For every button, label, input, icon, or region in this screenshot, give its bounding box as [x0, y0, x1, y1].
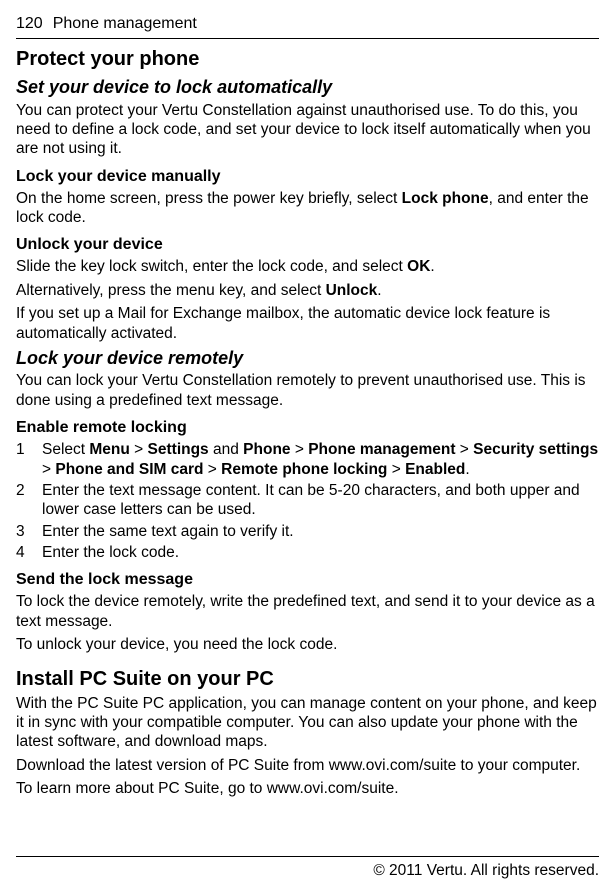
paragraph: On the home screen, press the power key …	[16, 189, 599, 228]
menu-path-item: Phone	[243, 441, 290, 458]
ordered-list: 1 Select Menu > Settings and Phone > Pho…	[16, 440, 599, 562]
paragraph: To lock the device remotely, write the p…	[16, 592, 599, 631]
menu-path-item: Phone management	[308, 441, 455, 458]
list-number: 3	[16, 522, 30, 541]
paragraph: You can lock your Vertu Constellation re…	[16, 371, 599, 410]
footer-rule	[16, 856, 599, 857]
document-page: 120 Phone management Protect your phone …	[0, 0, 615, 892]
list-item: 1 Select Menu > Settings and Phone > Pho…	[16, 440, 599, 479]
section-title: Phone management	[53, 14, 197, 34]
menu-path-item: Security settings	[473, 441, 598, 458]
list-item: 3 Enter the same text again to verify it…	[16, 522, 599, 541]
text: >	[130, 441, 148, 458]
list-text: Enter the text message content. It can b…	[42, 481, 599, 520]
paragraph: If you set up a Mail for Exchange mailbo…	[16, 304, 599, 343]
text: Alternatively, press the menu key, and s…	[16, 282, 326, 299]
menu-path-item: Enabled	[405, 461, 465, 478]
copyright: © 2011 Vertu. All rights reserved.	[16, 861, 599, 880]
list-item: 4 Enter the lock code.	[16, 543, 599, 562]
heading-auto-lock: Set your device to lock automatically	[16, 76, 599, 99]
heading-pc-suite: Install PC Suite on your PC	[16, 667, 599, 692]
menu-path-item: OK	[407, 258, 430, 275]
heading-remote: Lock your device remotely	[16, 347, 599, 370]
text: >	[204, 461, 222, 478]
text: >	[291, 441, 309, 458]
heading-unlock: Unlock your device	[16, 235, 599, 255]
list-number: 2	[16, 481, 30, 520]
page-number: 120	[16, 14, 43, 34]
text: Select	[42, 441, 89, 458]
text: and	[209, 441, 243, 458]
menu-path-item: Lock phone	[402, 190, 489, 207]
header-rule	[16, 38, 599, 39]
paragraph: To learn more about PC Suite, go to www.…	[16, 779, 599, 798]
paragraph: Slide the key lock switch, enter the loc…	[16, 257, 599, 276]
list-number: 1	[16, 440, 30, 479]
paragraph: Alternatively, press the menu key, and s…	[16, 281, 599, 300]
list-number: 4	[16, 543, 30, 562]
menu-path-item: Unlock	[326, 282, 378, 299]
heading-enable-remote: Enable remote locking	[16, 418, 599, 438]
paragraph: To unlock your device, you need the lock…	[16, 635, 599, 654]
paragraph: You can protect your Vertu Constellation…	[16, 101, 599, 159]
text: >	[387, 461, 405, 478]
heading-lock-manually: Lock your device manually	[16, 167, 599, 187]
list-text: Enter the same text again to verify it.	[42, 522, 294, 541]
menu-path-item: Remote phone locking	[221, 461, 387, 478]
list-text: Enter the lock code.	[42, 543, 179, 562]
menu-path-item: Settings	[148, 441, 209, 458]
text: >	[42, 461, 55, 478]
text: On the home screen, press the power key …	[16, 190, 402, 207]
text: Slide the key lock switch, enter the loc…	[16, 258, 407, 275]
footer-area: © 2011 Vertu. All rights reserved.	[16, 842, 599, 880]
text: .	[377, 282, 381, 299]
text: >	[456, 441, 474, 458]
heading-send-lock: Send the lock message	[16, 570, 599, 590]
list-text: Select Menu > Settings and Phone > Phone…	[42, 440, 599, 479]
heading-protect: Protect your phone	[16, 47, 599, 72]
menu-path-item: Phone and SIM card	[55, 461, 203, 478]
paragraph: Download the latest version of PC Suite …	[16, 756, 599, 775]
list-item: 2 Enter the text message content. It can…	[16, 481, 599, 520]
menu-path-item: Menu	[89, 441, 129, 458]
paragraph: With the PC Suite PC application, you ca…	[16, 694, 599, 752]
running-header: 120 Phone management	[16, 14, 599, 34]
text: .	[465, 461, 469, 478]
text: .	[430, 258, 434, 275]
